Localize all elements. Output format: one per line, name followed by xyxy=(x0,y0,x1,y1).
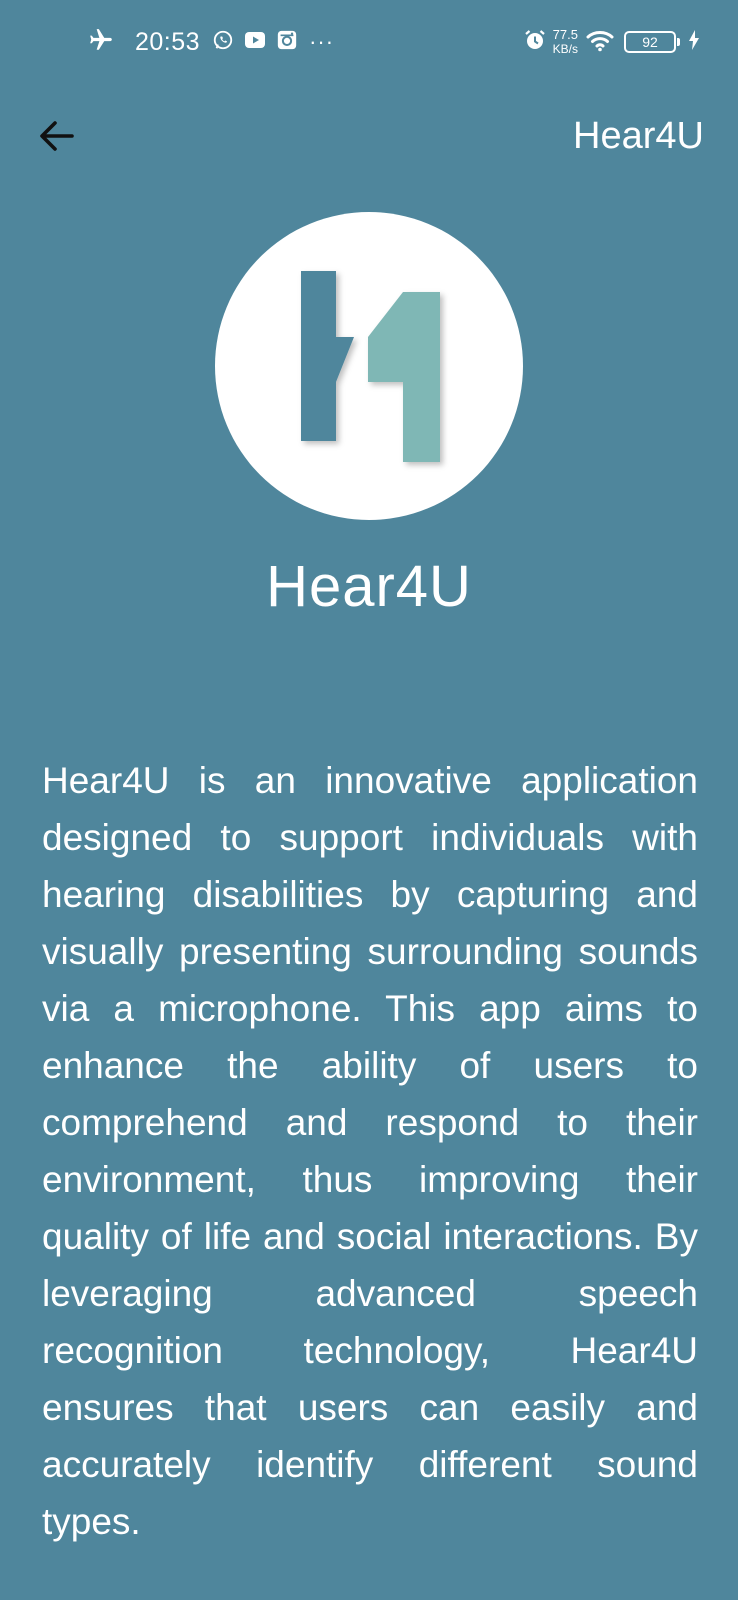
network-speed-unit: KB/s xyxy=(552,42,578,56)
back-button[interactable] xyxy=(34,114,82,158)
app-description: Hear4U is an innovative application desi… xyxy=(42,760,698,1542)
app-bar: Hear4U xyxy=(0,100,738,172)
charging-icon xyxy=(688,29,700,56)
app-bar-title: Hear4U xyxy=(573,115,704,157)
network-speed: 77.5 KB/s xyxy=(553,27,578,57)
youtube-icon xyxy=(243,29,267,56)
whatsapp-icon xyxy=(212,29,234,56)
arrow-left-icon xyxy=(40,121,74,151)
instagram-icon xyxy=(276,29,298,56)
status-bar-right: 77.5 KB/s 92 xyxy=(523,20,700,64)
airplane-mode-icon xyxy=(88,27,114,58)
status-bar: 20:53 ··· 77.5 KB/s 92 xyxy=(0,0,738,84)
battery-icon: 92 xyxy=(624,31,680,53)
status-time: 20:53 xyxy=(135,27,201,56)
alarm-icon xyxy=(523,28,547,57)
battery-level: 92 xyxy=(642,34,658,50)
more-notifications-indicator: ··· xyxy=(309,29,335,54)
network-speed-value: 77.5 xyxy=(552,27,578,42)
app-name: Hear4U xyxy=(266,554,472,619)
wifi-icon xyxy=(586,28,614,57)
hear4u-logo xyxy=(215,212,523,520)
hear4u-logo-mark xyxy=(301,271,440,462)
status-bar-left: 20:53 ··· xyxy=(88,24,334,60)
